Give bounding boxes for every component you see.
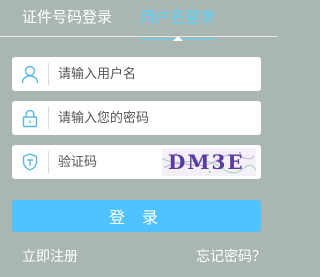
username-field	[12, 57, 261, 91]
forgot-password-link[interactable]: 忘记密码？	[196, 247, 266, 267]
password-separator	[48, 107, 49, 129]
shield-icon	[12, 145, 48, 179]
captcha-input[interactable]	[58, 145, 158, 179]
tab-username-login[interactable]: 用户名登录	[140, 6, 216, 41]
username-separator	[48, 63, 49, 85]
user-icon	[12, 57, 48, 91]
captcha-separator	[48, 151, 49, 173]
login-tabs: 证件号码登录 用户名登录	[22, 6, 216, 41]
tab-username-label: 用户名登录	[140, 8, 216, 26]
password-field	[12, 101, 261, 135]
captcha-field: DM3E	[12, 145, 261, 179]
password-input[interactable]	[58, 101, 248, 135]
tabs-divider	[0, 36, 278, 37]
captcha-image[interactable]: DM3E	[162, 148, 256, 176]
login-button[interactable]: 登 录	[12, 200, 261, 232]
username-input[interactable]	[58, 57, 248, 91]
register-link[interactable]: 立即注册	[22, 247, 78, 267]
captcha-text: DM3E	[168, 150, 245, 174]
lock-icon	[12, 101, 48, 135]
tab-id-number-login[interactable]: 证件号码登录	[22, 6, 112, 34]
